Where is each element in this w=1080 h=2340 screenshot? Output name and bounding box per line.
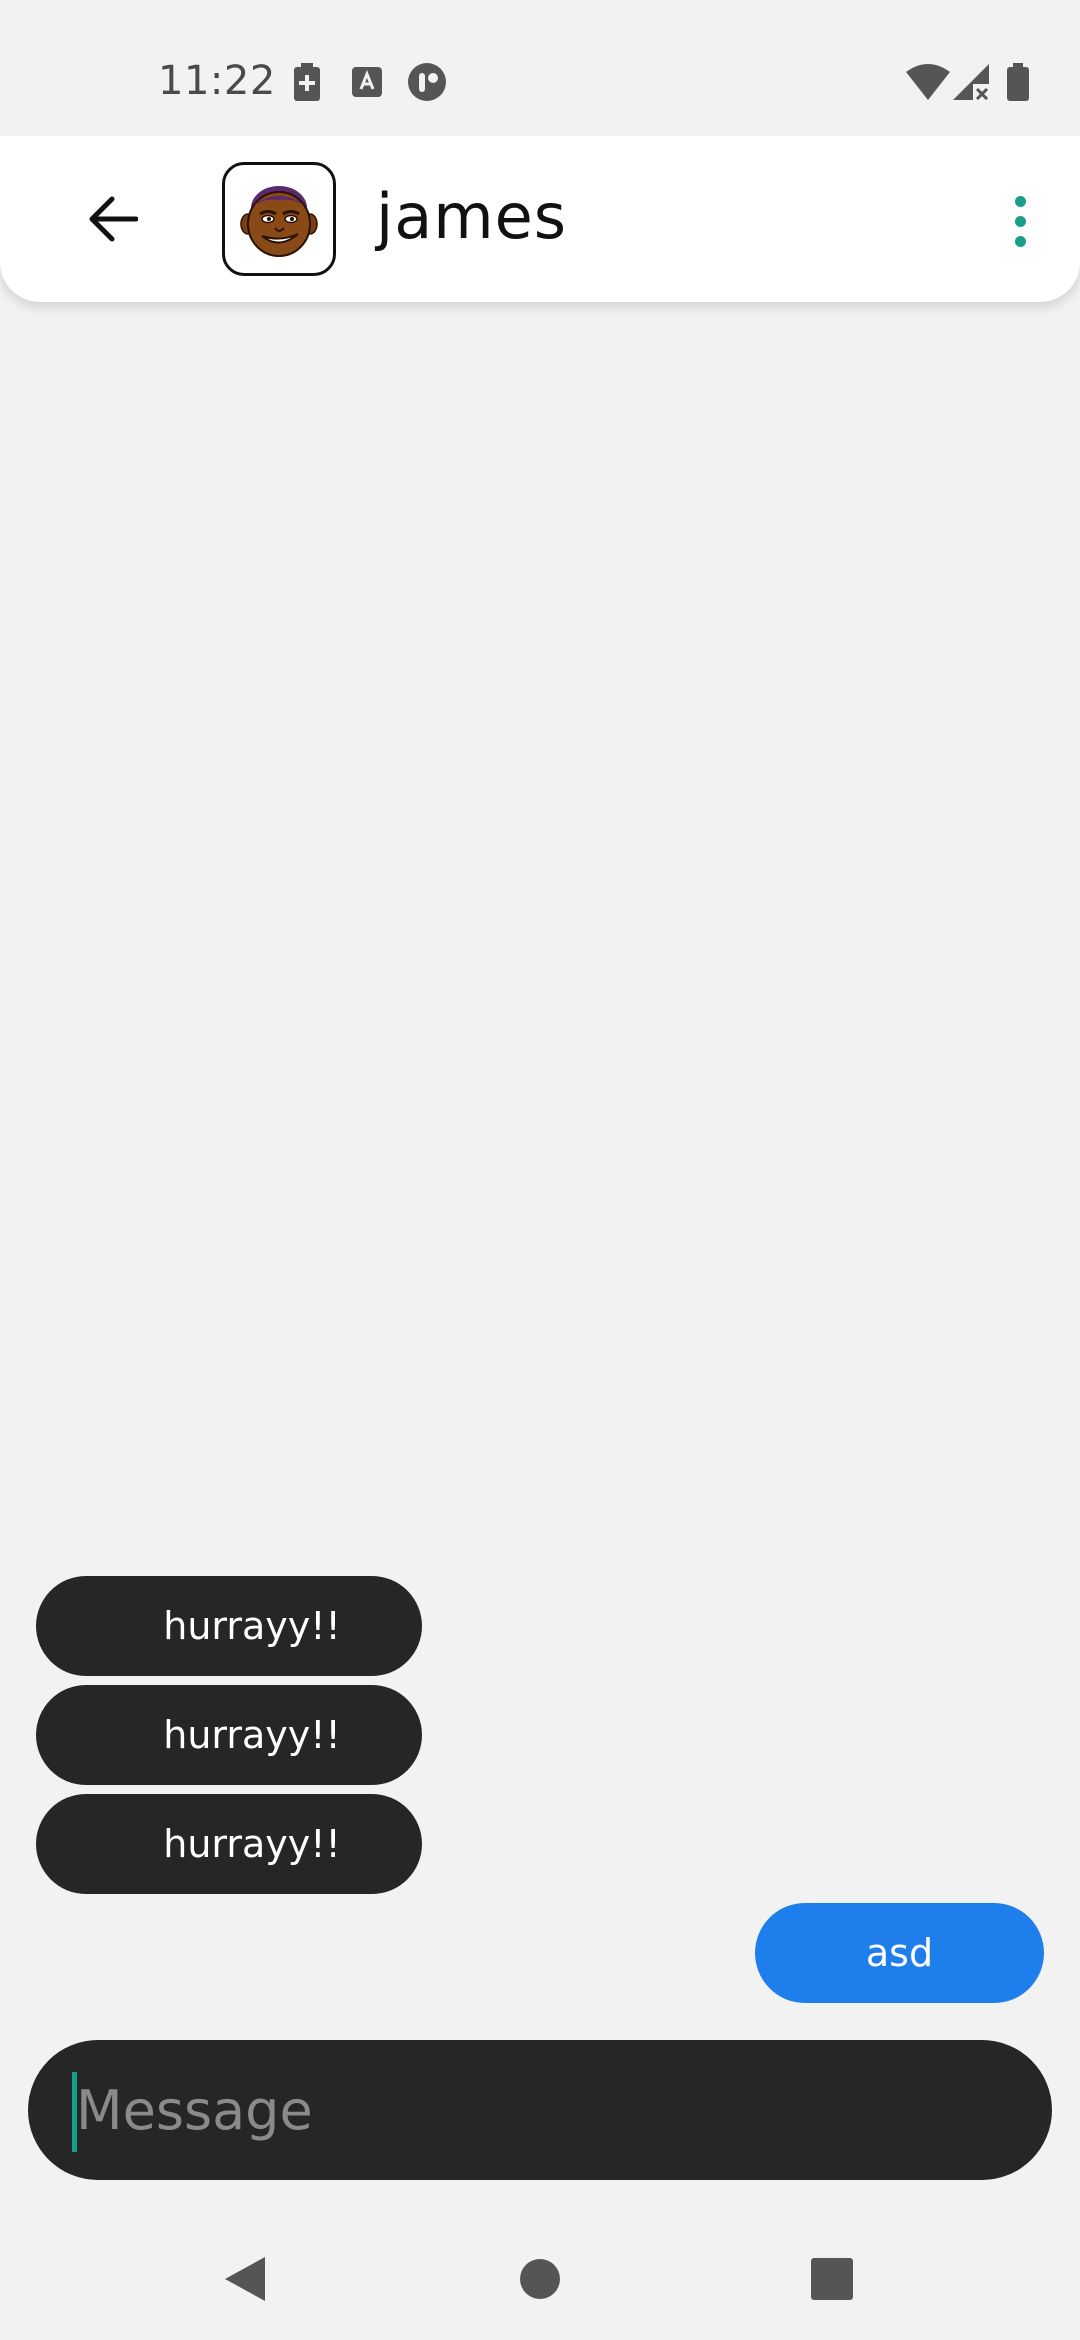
back-button[interactable] xyxy=(70,176,156,262)
message-text: hurrayy!! xyxy=(163,1822,341,1866)
wifi-icon xyxy=(906,62,950,102)
message-text: hurrayy!! xyxy=(163,1604,341,1648)
signal-off-icon xyxy=(952,62,990,102)
status-time: 11:22 xyxy=(158,58,276,104)
nav-home-button[interactable] xyxy=(500,2244,580,2314)
system-nav-bar xyxy=(0,2220,1080,2340)
nav-back-button[interactable] xyxy=(205,2244,285,2314)
received-message-bubble[interactable]: hurrayy!! xyxy=(36,1576,422,1676)
more-vert-icon-dot xyxy=(1014,235,1026,247)
text-a-icon xyxy=(350,62,384,102)
battery-icon xyxy=(1006,62,1030,102)
sent-message-bubble[interactable]: asd xyxy=(755,1903,1044,2003)
more-vert-icon-dot xyxy=(1014,215,1026,227)
message-input[interactable] xyxy=(76,2040,1036,2180)
nav-recents-button[interactable] xyxy=(792,2244,872,2314)
more-options-button[interactable] xyxy=(990,176,1050,266)
nav-recents-icon xyxy=(811,2258,853,2300)
nav-back-icon xyxy=(225,2257,265,2301)
more-vert-icon xyxy=(1014,195,1026,207)
battery-saver-icon xyxy=(292,62,322,102)
contact-name[interactable]: james xyxy=(376,180,567,253)
message-text: hurrayy!! xyxy=(163,1713,341,1757)
app-notification-icon xyxy=(406,62,448,102)
message-text: asd xyxy=(865,1931,934,1975)
status-bar: 11:22 xyxy=(0,0,1080,136)
arrow-back-icon xyxy=(89,196,138,242)
received-message-bubble[interactable]: hurrayy!! xyxy=(36,1685,422,1785)
avatar-cartoon-face-icon xyxy=(240,186,318,257)
received-message-bubble[interactable]: hurrayy!! xyxy=(36,1794,422,1894)
nav-home-icon xyxy=(520,2259,560,2299)
chat-header: james xyxy=(0,136,1080,302)
contact-avatar[interactable] xyxy=(222,162,336,276)
